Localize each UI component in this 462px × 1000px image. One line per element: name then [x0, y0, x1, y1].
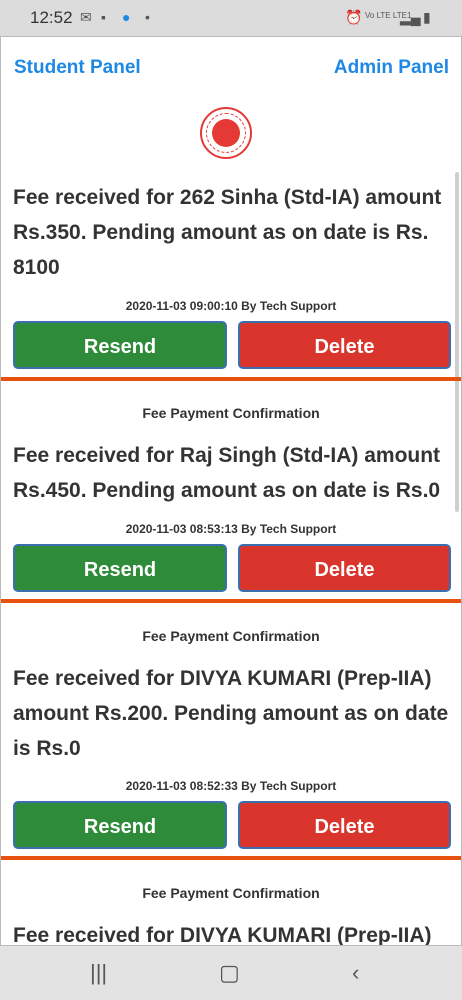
home-icon[interactable]: ▢: [219, 960, 240, 986]
twitter-icon: ●: [122, 9, 131, 25]
chat-icon: ▪: [101, 9, 106, 25]
delete-button[interactable]: Delete: [238, 544, 451, 592]
recent-apps-icon[interactable]: |||: [90, 960, 107, 986]
notification-message: Fee received for DIVYA KUMARI (Prep-IIA)…: [13, 667, 449, 760]
resend-button[interactable]: Resend: [13, 801, 227, 849]
gmail-icon: ✉: [80, 9, 92, 25]
notification-message: Fee received for 262 Sinha (Std-IA) amou…: [13, 186, 442, 279]
logo-emblem: [212, 119, 240, 147]
resend-button[interactable]: Resend: [13, 321, 227, 369]
resend-button[interactable]: Resend: [13, 544, 227, 592]
alarm-icon: ⏰: [345, 9, 363, 25]
system-nav-bar: ||| ▢ ‹: [0, 946, 462, 1000]
student-panel-link[interactable]: Student Panel: [14, 57, 141, 79]
battery-icon: ▮: [423, 9, 431, 25]
status-time: 12:52: [30, 8, 73, 27]
scrollbar[interactable]: [455, 172, 459, 512]
notification-message: Fee received for Raj Singh (Std-IA) amou…: [13, 444, 441, 502]
delete-button[interactable]: Delete: [238, 801, 451, 849]
card-divider: [1, 377, 461, 381]
notification-heading: Fee Payment Confirmation: [142, 628, 320, 644]
card-divider: [1, 599, 461, 603]
notification-heading: Fee Payment Confirmation: [142, 885, 320, 901]
status-bar: 12:52 ✉ ▪ ● • ⏰ Vo LTE LTE1 ▂▄ ▮: [0, 0, 462, 36]
admin-panel-link[interactable]: Admin Panel: [334, 57, 449, 79]
notification-meta: 2020-11-03 08:53:13 By Tech Support: [125, 522, 337, 536]
notification-meta: 2020-11-03 08:52:33 By Tech Support: [125, 779, 337, 793]
notification-meta: 2020-11-03 09:00:10 By Tech Support: [125, 299, 337, 313]
app-content: Student Panel Admin Panel Fee received f…: [0, 36, 462, 946]
more-dot-icon: •: [145, 9, 150, 25]
notification-heading: Fee Payment Confirmation: [142, 405, 320, 421]
delete-button[interactable]: Delete: [238, 321, 451, 369]
school-logo: [200, 107, 252, 159]
signal-icon: ▂▄: [400, 9, 421, 25]
back-icon[interactable]: ‹: [352, 960, 359, 986]
card-divider: [1, 856, 461, 860]
notification-message: Fee received for DIVYA KUMARI (Prep-IIA): [13, 924, 432, 946]
